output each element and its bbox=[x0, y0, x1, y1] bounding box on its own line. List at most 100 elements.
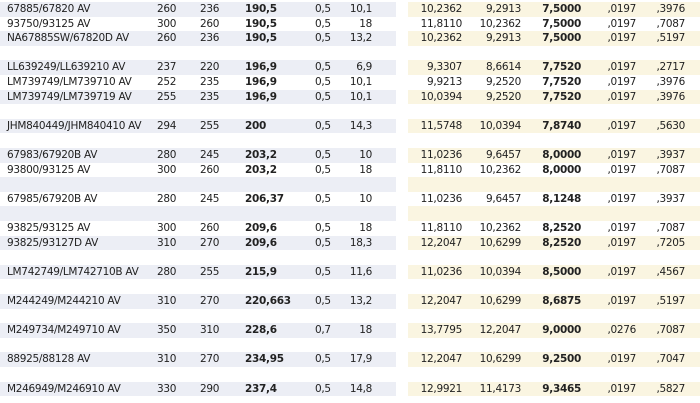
cell-in-r: ,0197 bbox=[607, 222, 636, 234]
cell-in-d: 12,2047 bbox=[420, 353, 463, 366]
inch-cell-bg bbox=[408, 206, 700, 221]
cell-in-d: 10,2362 bbox=[420, 32, 463, 45]
cell-d: 236 bbox=[200, 32, 220, 45]
cell-d: 255 bbox=[200, 119, 220, 132]
cell-in-d: 11,0236 bbox=[420, 149, 463, 161]
cell-in-d: 11,8110 bbox=[420, 17, 463, 30]
cell-in-r: ,0197 bbox=[607, 149, 636, 161]
cell-d: 270 bbox=[200, 295, 220, 307]
cell-w: 18 bbox=[359, 222, 372, 234]
cell-d: 252 bbox=[157, 76, 177, 88]
metric-cell-bg bbox=[0, 309, 396, 324]
table-row: LM739749/LM739719 AV 255 235 196,9 0,5 10,1 10… bbox=[0, 89, 700, 105]
cell-d: 330 bbox=[157, 382, 177, 395]
cell-in-w: ,3976 bbox=[656, 76, 685, 88]
spacer-row bbox=[0, 177, 700, 192]
cell-r: 0,5 bbox=[315, 61, 331, 74]
cell-w: 14,3 bbox=[349, 119, 372, 132]
cell-w: 6,9 bbox=[356, 61, 372, 74]
cell-in-w: ,3937 bbox=[656, 149, 685, 161]
cell-w: 13,2 bbox=[349, 295, 372, 307]
cell-d: 300 bbox=[157, 163, 177, 176]
cell-in-w: ,5630 bbox=[656, 119, 685, 132]
cell-in-w: ,7087 bbox=[656, 163, 685, 176]
cell-r: 0,5 bbox=[315, 192, 331, 205]
cell-in-t: 8,6875 bbox=[542, 295, 581, 307]
cell-w: 18 bbox=[359, 324, 372, 337]
cell-d: 260 bbox=[200, 163, 220, 176]
cell-in-d: 9,2520 bbox=[486, 90, 521, 103]
cell-t: 196,9 bbox=[245, 76, 277, 88]
cell-in-d: 9,2913 bbox=[486, 3, 521, 15]
cell-in-d: 9,2913 bbox=[486, 32, 521, 45]
cell-d: 310 bbox=[157, 295, 177, 307]
cell-in-d: 10,2362 bbox=[479, 17, 522, 30]
cell-in-r: ,0197 bbox=[607, 265, 636, 278]
cell-in-r: ,0197 bbox=[607, 163, 636, 176]
cell-t: 200 bbox=[245, 119, 267, 132]
cell-d: 260 bbox=[200, 17, 220, 30]
cell-name: LM742749/LM742710B AV bbox=[7, 265, 139, 278]
cell-d: 280 bbox=[157, 149, 177, 161]
cell-in-t: 9,0000 bbox=[542, 324, 581, 337]
cell-in-t: 8,0000 bbox=[542, 163, 581, 176]
cell-in-d: 11,0236 bbox=[420, 192, 463, 205]
cell-d: 220 bbox=[200, 61, 220, 74]
cell-d: 245 bbox=[200, 149, 220, 161]
cell-in-d: 11,5748 bbox=[420, 119, 463, 132]
cell-r: 0,5 bbox=[315, 236, 331, 249]
inch-cell-bg bbox=[408, 279, 700, 294]
cell-in-d: 9,9213 bbox=[427, 76, 462, 88]
spacer-row bbox=[0, 104, 700, 119]
cell-in-t: 8,0000 bbox=[542, 149, 581, 161]
cell-w: 10 bbox=[359, 192, 372, 205]
table-row: 93825/93125 AV 300 260 209,6 0,5 18 11,8110 10,… bbox=[0, 221, 700, 236]
cell-in-r: ,0197 bbox=[607, 90, 636, 103]
table-row: LM742749/LM742710B AV 280 255 215,9 0,5 11,6 1… bbox=[0, 264, 700, 280]
metric-cell-bg bbox=[0, 104, 396, 119]
cell-d: 350 bbox=[157, 324, 177, 337]
cell-in-t: 7,5000 bbox=[542, 17, 581, 30]
cell-w: 14,8 bbox=[349, 382, 372, 395]
cell-name: 93800/93125 AV bbox=[7, 163, 91, 176]
metric-cell-bg bbox=[0, 133, 396, 148]
cell-w: 17,9 bbox=[349, 353, 372, 366]
cell-w: 10,1 bbox=[349, 90, 372, 103]
cell-in-r: ,0197 bbox=[607, 295, 636, 307]
cell-d: 300 bbox=[157, 17, 177, 30]
inch-cell-bg bbox=[408, 177, 700, 192]
cell-in-d: 11,4173 bbox=[479, 382, 522, 395]
metric-cell-bg bbox=[0, 250, 396, 265]
cell-w: 11,6 bbox=[349, 265, 372, 278]
cell-d: 235 bbox=[200, 90, 220, 103]
cell-in-d: 10,0394 bbox=[420, 90, 463, 103]
cell-d: 290 bbox=[200, 382, 220, 395]
cell-in-t: 8,2520 bbox=[542, 222, 581, 234]
cell-t: 220,663 bbox=[245, 295, 291, 307]
cell-in-r: ,0197 bbox=[607, 76, 636, 88]
cell-in-t: 7,5000 bbox=[542, 32, 581, 45]
cell-r: 0,5 bbox=[315, 17, 331, 30]
table-row: 93825/93127D AV 310 270 209,6 0,5 18,3 12,2047… bbox=[0, 235, 700, 251]
cell-in-d: 10,6299 bbox=[479, 236, 522, 249]
cell-d: 300 bbox=[157, 222, 177, 234]
cell-t: 206,37 bbox=[245, 192, 284, 205]
cell-d: 310 bbox=[200, 324, 220, 337]
table-row: M246949/M246910 AV 330 290 237,4 0,5 14,8 12,9… bbox=[0, 381, 700, 397]
spacer-row bbox=[0, 206, 700, 221]
cell-r: 0,5 bbox=[315, 382, 331, 395]
cell-t: 209,6 bbox=[245, 222, 277, 234]
cell-w: 10,1 bbox=[349, 76, 372, 88]
cell-name: 93825/93127D AV bbox=[7, 236, 98, 249]
cell-in-t: 7,7520 bbox=[542, 90, 581, 103]
cell-in-t: 8,5000 bbox=[542, 265, 581, 278]
cell-in-r: ,0197 bbox=[607, 119, 636, 132]
metric-cell-bg bbox=[0, 46, 396, 61]
cell-name: LM739749/LM739710 AV bbox=[7, 76, 132, 88]
cell-in-d: 9,6457 bbox=[486, 149, 521, 161]
inch-cell-bg bbox=[408, 367, 700, 382]
cell-t: 190,5 bbox=[245, 17, 277, 30]
cell-in-r: ,0197 bbox=[607, 192, 636, 205]
bearing-dimension-table: 67885/67820 AV 260 236 190,5 0,5 10,1 10,2362 9… bbox=[0, 0, 700, 403]
cell-d: 310 bbox=[157, 353, 177, 366]
